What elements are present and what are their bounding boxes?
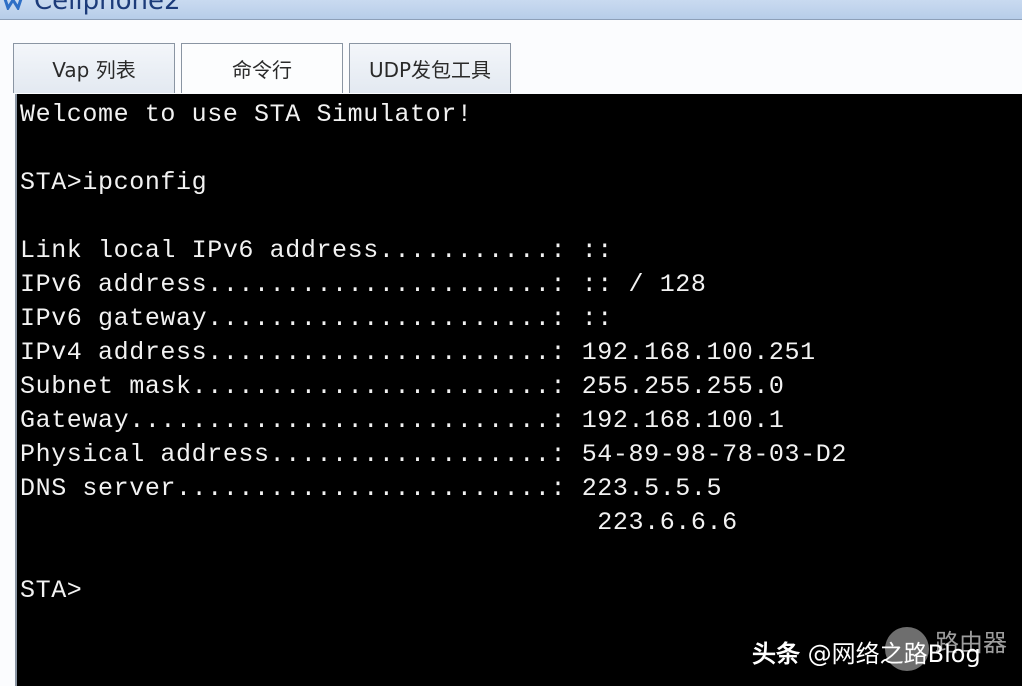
- window-titlebar: Cellphone2: [0, 0, 1022, 20]
- tab-command-line[interactable]: 命令行: [181, 43, 343, 93]
- tab-label: UDP发包工具: [368, 58, 492, 82]
- tab-label: 命令行: [232, 58, 292, 82]
- terminal-line-welcome: Welcome to use STA Simulator!: [20, 100, 473, 129]
- tab-label: Vap 列表: [52, 58, 136, 82]
- terminal-line-subnet-mask: Subnet mask.......................: 255.…: [20, 372, 785, 401]
- terminal-line-dns-server: DNS server........................: 223.…: [20, 474, 723, 503]
- terminal-line-ipv4-address: IPv4 address......................: 192.…: [20, 338, 816, 367]
- terminal-line-ipv6-address: IPv6 address......................: :: /…: [20, 270, 707, 299]
- terminal-prompt[interactable]: STA>: [20, 574, 1022, 608]
- terminal-line-gateway: Gateway...........................: 192.…: [20, 406, 785, 435]
- terminal-line-link-local-ipv6: Link local IPv6 address...........: ::: [20, 236, 613, 265]
- tab-vap-list[interactable]: Vap 列表: [13, 43, 175, 93]
- watermark-handle: @网络之路Blog: [807, 640, 981, 668]
- watermark: 头条 @网络之路Blog: [752, 634, 981, 669]
- terminal-line-dns-server-2: 223.6.6.6: [20, 508, 738, 537]
- terminal-line-command: STA>ipconfig: [20, 168, 208, 197]
- watermark-source: 头条: [752, 640, 800, 668]
- terminal-line-physical-address: Physical address..................: 54-8…: [20, 440, 847, 469]
- terminal-console[interactable]: Welcome to use STA Simulator! STA>ipconf…: [15, 94, 1022, 686]
- terminal-line-ipv6-gateway: IPv6 gateway......................: ::: [20, 304, 613, 333]
- window-title: Cellphone2: [34, 0, 181, 16]
- app-icon: [3, 0, 23, 10]
- tab-udp-tool[interactable]: UDP发包工具: [349, 43, 511, 93]
